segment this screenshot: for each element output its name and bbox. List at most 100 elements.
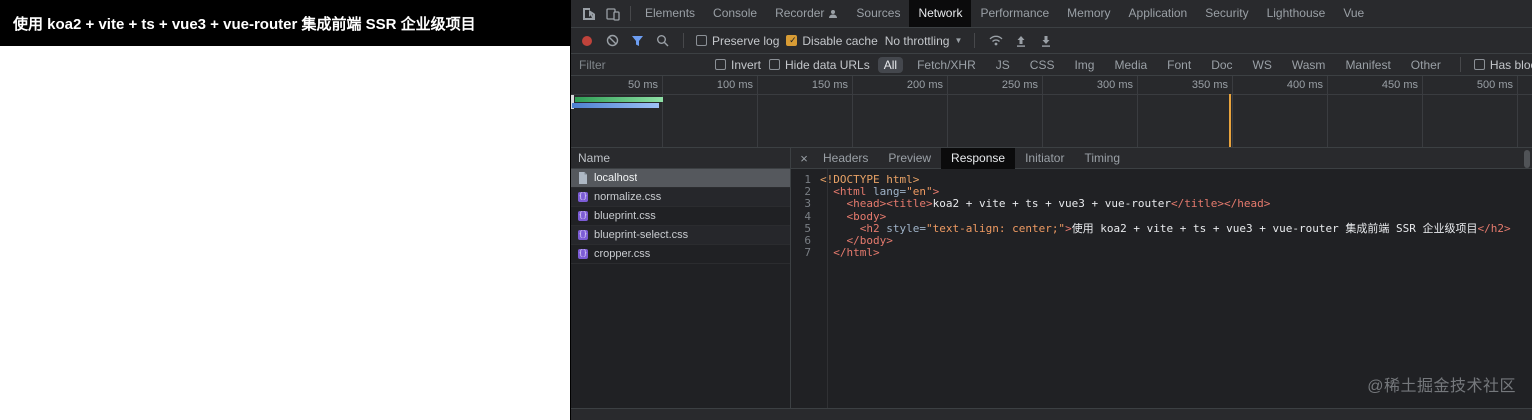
export-har-icon[interactable]: [1037, 32, 1055, 50]
gutter-divider: [827, 169, 828, 408]
css-file-icon: [578, 230, 588, 240]
invert-checkbox[interactable]: Invert: [715, 58, 761, 72]
device-toolbar-icon[interactable]: [601, 0, 625, 27]
scrollbar-thumb[interactable]: [1524, 150, 1530, 168]
devtools-panel: Elements Console Recorder Sources Networ…: [570, 0, 1532, 420]
filter-chip-manifest[interactable]: Manifest: [1339, 57, 1396, 73]
throttling-select[interactable]: No throttling ▼: [885, 34, 963, 48]
request-name: normalize.css: [594, 191, 661, 203]
filter-input[interactable]: [579, 58, 707, 72]
filter-chip-img[interactable]: Img: [1068, 57, 1100, 73]
clear-icon[interactable]: [603, 32, 621, 50]
tab-memory[interactable]: Memory: [1058, 0, 1119, 27]
filter-chip-css[interactable]: CSS: [1024, 57, 1061, 73]
filter-chip-font[interactable]: Font: [1161, 57, 1197, 73]
tab-elements[interactable]: Elements: [636, 0, 704, 27]
response-source-view[interactable]: 1 <!DOCTYPE html> 2 <html lang= "en" > 3…: [791, 169, 1532, 408]
tab-performance[interactable]: Performance: [971, 0, 1058, 27]
request-name: blueprint-select.css: [594, 229, 688, 241]
timeline-cell: 300 ms: [1043, 76, 1138, 147]
tab-initiator[interactable]: Initiator: [1015, 148, 1074, 169]
code-line-6: 6 </body>: [791, 235, 1532, 247]
tab-sources[interactable]: Sources: [847, 0, 909, 27]
code-token: "text-align: center;": [926, 223, 1065, 235]
tab-lighthouse[interactable]: Lighthouse: [1258, 0, 1335, 27]
search-icon[interactable]: [653, 32, 671, 50]
screenshot-root: 使用 koa2 + vite + ts + vue3 + vue-router …: [0, 0, 1532, 420]
css-file-icon: [578, 192, 588, 202]
tab-response[interactable]: Response: [941, 148, 1015, 169]
network-overview[interactable]: 50 ms 100 ms 150 ms 200 ms 250 ms 300 ms…: [571, 76, 1532, 148]
timeline-cell: 350 ms: [1138, 76, 1233, 147]
has-blocked-cookies-label: Has blocked cookies: [1490, 58, 1532, 72]
close-icon[interactable]: ×: [795, 148, 813, 169]
disable-cache-checkbox[interactable]: Disable cache: [786, 34, 877, 48]
has-blocked-cookies-checkbox[interactable]: Has blocked cookies: [1474, 58, 1532, 72]
network-main: Name localhost normalize.css blueprint.c…: [571, 148, 1532, 408]
tab-security[interactable]: Security: [1196, 0, 1257, 27]
network-toolbar: Preserve log Disable cache No throttling…: [571, 28, 1532, 54]
checkbox-checked: [786, 35, 797, 46]
time-label: 200 ms: [853, 76, 947, 91]
timeline-cell: 150 ms: [758, 76, 853, 147]
request-row-localhost[interactable]: localhost: [571, 169, 790, 188]
filter-chip-media[interactable]: Media: [1108, 57, 1153, 73]
time-label: 400 ms: [1233, 76, 1327, 91]
tab-timing[interactable]: Timing: [1074, 148, 1130, 169]
timeline-cell: 250 ms: [948, 76, 1043, 147]
filter-chip-ws[interactable]: WS: [1247, 57, 1278, 73]
time-label: 300 ms: [1043, 76, 1137, 91]
requests-name-header[interactable]: Name: [571, 148, 790, 169]
time-label: 50 ms: [571, 76, 662, 91]
checkbox-unchecked: [1474, 59, 1485, 70]
invert-label: Invert: [731, 58, 761, 72]
checkbox-unchecked: [715, 59, 726, 70]
hide-data-urls-label: Hide data URLs: [785, 58, 870, 72]
network-conditions-icon[interactable]: [987, 32, 1005, 50]
tab-application[interactable]: Application: [1120, 0, 1197, 27]
disable-cache-label: Disable cache: [802, 34, 877, 48]
filter-chip-fetch-xhr[interactable]: Fetch/XHR: [911, 57, 982, 73]
line-number: 7: [791, 247, 820, 259]
line-number: 4: [791, 211, 820, 223]
filter-chip-wasm[interactable]: Wasm: [1286, 57, 1332, 73]
preserve-log-label: Preserve log: [712, 34, 779, 48]
filter-chip-doc[interactable]: Doc: [1205, 57, 1238, 73]
timeline-cell: 100 ms: [663, 76, 758, 147]
timeline-cell: 400 ms: [1233, 76, 1328, 147]
tab-vue[interactable]: Vue: [1334, 0, 1373, 27]
time-label: 350 ms: [1138, 76, 1232, 91]
import-har-icon[interactable]: [1012, 32, 1030, 50]
tab-network[interactable]: Network: [909, 0, 971, 27]
preserve-log-checkbox[interactable]: Preserve log: [696, 34, 779, 48]
waterfall-bar-blue: [572, 103, 659, 108]
request-row-normalize-css[interactable]: normalize.css: [571, 188, 790, 207]
tab-preview[interactable]: Preview: [878, 148, 941, 169]
code-token: koa2 + vite + ts + vue3 + vue-router: [933, 198, 1171, 210]
page-title: 使用 koa2 + vite + ts + vue3 + vue-router …: [0, 0, 570, 46]
inspect-icon[interactable]: [577, 0, 601, 27]
tab-console[interactable]: Console: [704, 0, 766, 27]
tab-recorder[interactable]: Recorder: [766, 0, 847, 27]
filter-chip-js[interactable]: JS: [990, 57, 1016, 73]
code-token: </h2>: [1477, 223, 1510, 235]
juejin-watermark: @稀土掘金技术社区: [1367, 372, 1516, 396]
request-row-blueprint-select-css[interactable]: blueprint-select.css: [571, 226, 790, 245]
request-row-cropper-css[interactable]: cropper.css: [571, 245, 790, 264]
filter-toggle-icon[interactable]: [628, 32, 646, 50]
record-icon[interactable]: [578, 32, 596, 50]
line-number: 3: [791, 198, 820, 210]
chevron-down-icon: ▼: [954, 36, 962, 45]
filter-chip-other[interactable]: Other: [1405, 57, 1447, 73]
hide-data-urls-checkbox[interactable]: Hide data URLs: [769, 58, 870, 72]
tab-headers[interactable]: Headers: [813, 148, 878, 169]
code-line-5: 5 <h2 style= "text-align: center;" > 使用 …: [791, 223, 1532, 235]
filter-chip-all[interactable]: All: [878, 57, 903, 73]
time-label: 100 ms: [663, 76, 757, 91]
request-row-blueprint-css[interactable]: blueprint.css: [571, 207, 790, 226]
load-event-marker: [1229, 94, 1231, 147]
browser-page: 使用 koa2 + vite + ts + vue3 + vue-router …: [0, 0, 570, 420]
divider: [630, 6, 631, 21]
code-line-7: 7 </html>: [791, 247, 1532, 259]
divider: [974, 33, 975, 48]
